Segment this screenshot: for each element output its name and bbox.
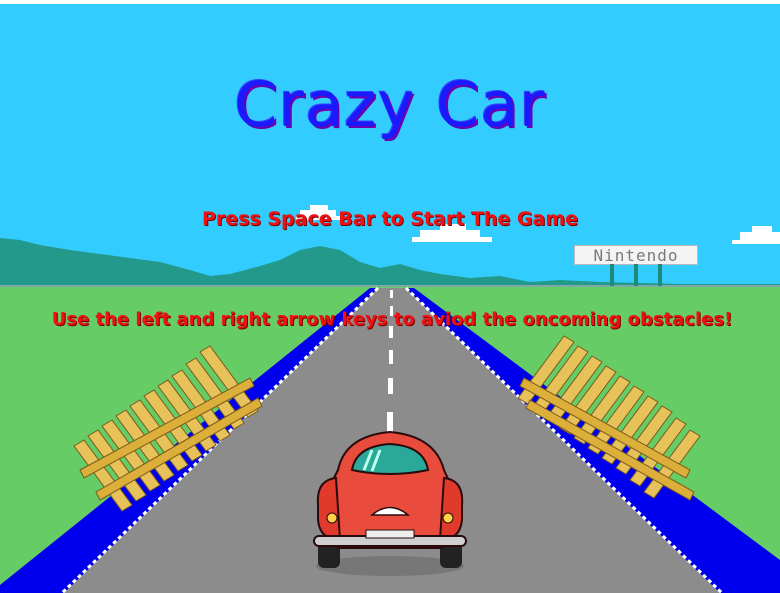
game-title: Crazy Car <box>234 68 546 141</box>
start-prompt: Press Space Bar to Start The Game <box>201 208 579 230</box>
sky <box>0 4 780 286</box>
nintendo-sign: Nintendo <box>574 245 698 265</box>
instructions-text: Use the left and right arrow keys to avi… <box>51 309 733 330</box>
game-screen[interactable]: Nintendo Crazy Car Press Space Bar to St… <box>0 0 780 593</box>
sign-posts <box>610 264 662 286</box>
